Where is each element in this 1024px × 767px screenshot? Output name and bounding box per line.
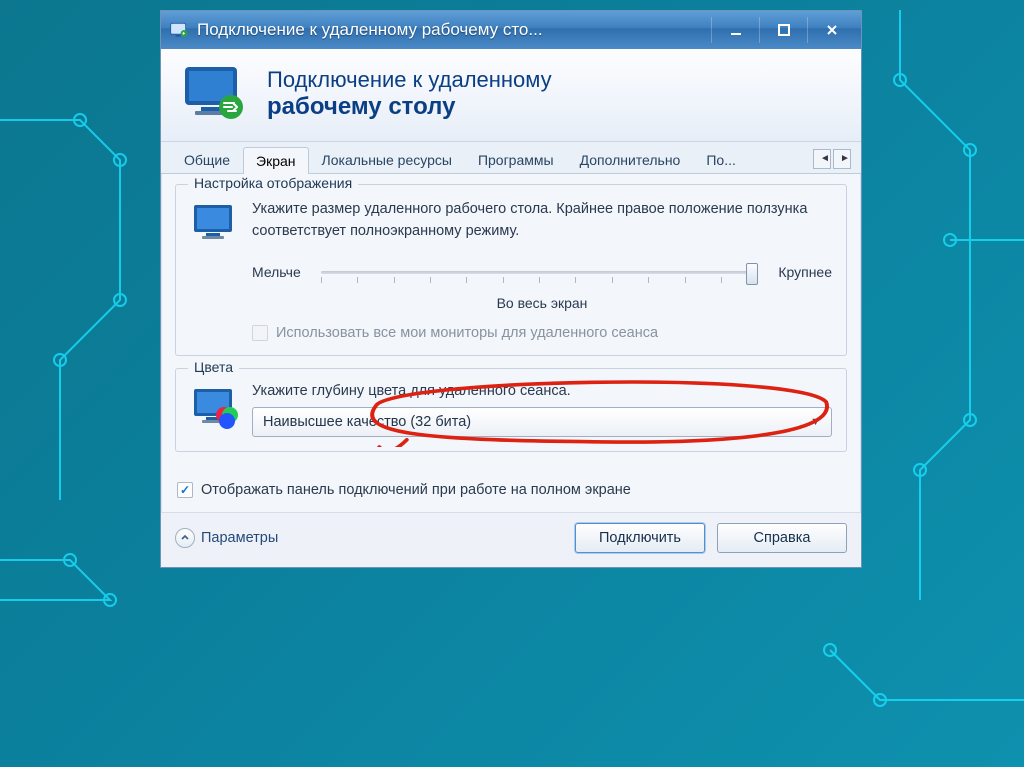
dialog-banner: Подключение к удаленному рабочему столу: [161, 49, 861, 142]
display-size-slider[interactable]: [321, 257, 759, 287]
titlebar[interactable]: Подключение к удаленному рабочему сто...: [161, 11, 861, 49]
color-monitor-icon: [190, 385, 238, 429]
banner-line1: Подключение к удаленному: [267, 67, 843, 93]
tab-general[interactable]: Общие: [171, 146, 243, 173]
connect-button[interactable]: Подключить: [575, 523, 705, 553]
remote-desktop-icon: [179, 63, 251, 125]
chevron-down-icon: ▼: [810, 416, 821, 428]
show-connection-bar-checkbox[interactable]: ✓: [177, 482, 193, 498]
display-settings-group: Настройка отображения Укажите размер уда…: [175, 184, 847, 356]
display-group-title: Настройка отображения: [188, 175, 358, 191]
use-all-monitors-label: Использовать все мои мониторы для удален…: [276, 325, 658, 341]
tab-more-truncated[interactable]: По...: [693, 146, 749, 173]
use-all-monitors-checkbox[interactable]: [252, 325, 268, 341]
colors-group-title: Цвета: [188, 359, 239, 375]
close-button[interactable]: [807, 17, 855, 43]
display-size-description: Укажите размер удаленного рабочего стола…: [252, 199, 832, 243]
tab-local-resources[interactable]: Локальные ресурсы: [309, 146, 465, 173]
collapse-arrow-icon: [175, 528, 195, 548]
slider-thumb[interactable]: [746, 263, 758, 285]
dialog-button-bar: Параметры Подключить Справка: [161, 512, 861, 567]
tab-scroll-left[interactable]: ◄: [813, 149, 831, 169]
window-title: Подключение к удаленному рабочему сто...: [197, 20, 711, 40]
rdp-app-icon: [169, 20, 189, 40]
color-depth-combobox[interactable]: Наивысшее качество (32 бита) ▼: [252, 407, 832, 437]
minimize-button[interactable]: [711, 17, 759, 43]
slider-max-label: Крупнее: [778, 264, 832, 280]
banner-line2: рабочему столу: [267, 93, 843, 121]
tab-advanced[interactable]: Дополнительно: [567, 146, 694, 173]
maximize-button[interactable]: [759, 17, 807, 43]
checkmark-icon: ✓: [180, 483, 190, 497]
tab-display[interactable]: Экран: [243, 147, 309, 174]
monitor-icon: [190, 201, 238, 245]
colors-group: Цвета Укажите глубину цвета для удаленно…: [175, 368, 847, 452]
show-connection-bar-label: Отображать панель подключений при работе…: [201, 482, 631, 498]
slider-min-label: Мельче: [252, 264, 301, 280]
tab-programs[interactable]: Программы: [465, 146, 567, 173]
tab-scroll-right[interactable]: ►: [833, 149, 851, 169]
options-toggle-label: Параметры: [201, 530, 278, 546]
color-depth-selected: Наивысшее качество (32 бита): [263, 414, 471, 430]
help-button[interactable]: Справка: [717, 523, 847, 553]
tab-page-display: Настройка отображения Укажите размер уда…: [161, 174, 861, 480]
tab-strip: Общие Экран Локальные ресурсы Программы …: [161, 142, 861, 174]
options-toggle[interactable]: Параметры: [175, 528, 278, 548]
rdp-window: Подключение к удаленному рабочему сто...: [160, 10, 862, 568]
color-depth-description: Укажите глубину цвета для удаленного сеа…: [252, 383, 832, 399]
slider-value-caption: Во весь экран: [252, 295, 832, 311]
